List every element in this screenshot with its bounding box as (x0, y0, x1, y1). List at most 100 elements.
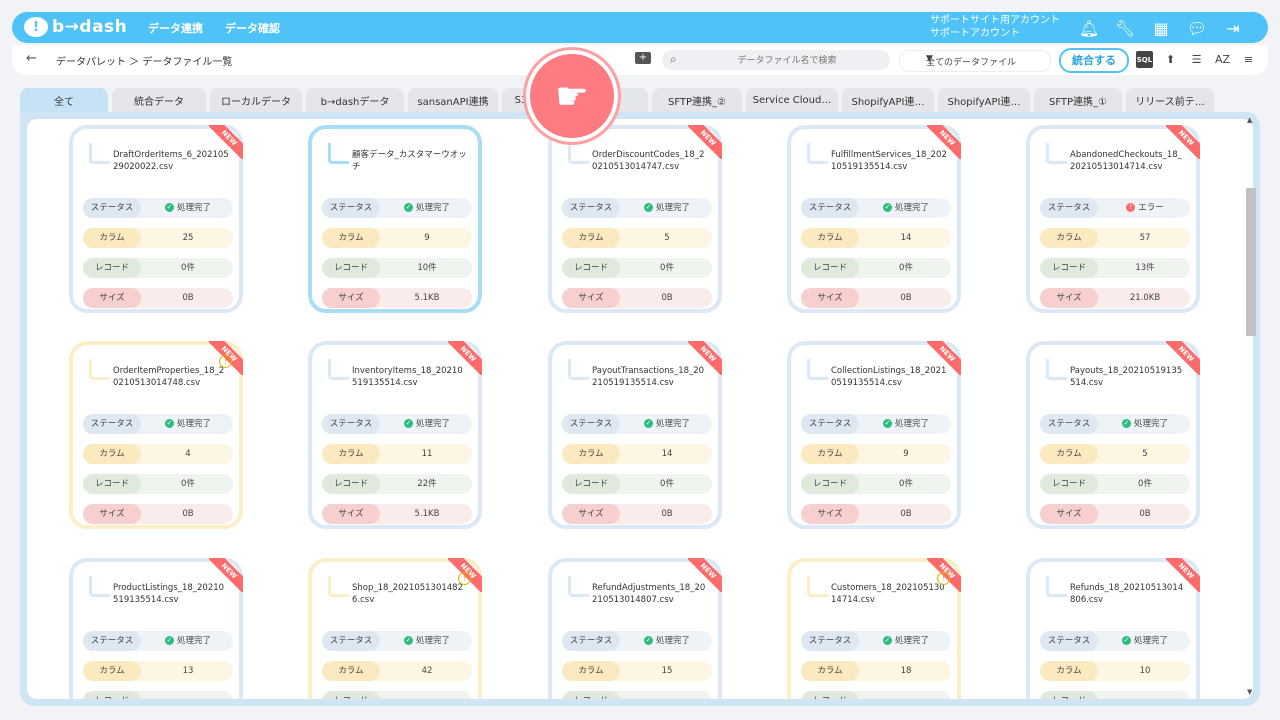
file-card[interactable]: PayoutTransactions_18_20210519135514.csv… (548, 341, 722, 529)
tab-8[interactable]: Service Cloud… (746, 88, 838, 112)
file-card[interactable]: InventoryItems_18_20210519135514.csv NEW ス… (308, 341, 482, 529)
list-view-icon[interactable]: ≡ (1240, 51, 1257, 68)
warning-icon[interactable]: ! (937, 572, 950, 585)
nav-data-integration[interactable]: データ連携 (148, 20, 203, 36)
tab-2[interactable]: ローカルデータ (210, 88, 302, 112)
file-corner-icon (568, 143, 589, 164)
file-card[interactable]: Payouts_18_20210519135514.csv NEW ステータス ✓ 処理… (1026, 341, 1200, 529)
file-card[interactable]: FulfillmentServices_18_20210519135514.cs… (787, 125, 961, 313)
search-input[interactable] (690, 52, 884, 70)
record-row: レコード 0件 (562, 474, 712, 494)
tab-12[interactable]: リリース前テ… (1126, 88, 1214, 112)
record-row: レコード 0件 (1040, 474, 1190, 494)
file-card[interactable]: Customers_18_20210513014714.csv NEW! ステータス… (787, 558, 961, 699)
column-row: カラム 14 (801, 228, 951, 248)
add-folder-icon[interactable]: + (635, 52, 651, 64)
column-label: カラム (562, 444, 620, 464)
bdash-logo[interactable]: ! b→dash (24, 17, 127, 37)
scrollbar-thumb[interactable] (1246, 188, 1256, 336)
size-row: サイズ 5.1KB (322, 288, 472, 308)
scroll-down-icon[interactable]: ▼ (1247, 688, 1252, 696)
record-label: レコード (562, 258, 620, 278)
account-info[interactable]: サポートサイト用アカウント サポートアカウント (930, 14, 1060, 40)
wrench-icon[interactable]: 🔧︎ (1114, 17, 1136, 39)
vertical-scrollbar[interactable]: ▲ ▼ (1246, 116, 1256, 696)
logout-icon[interactable]: ⇥ (1222, 17, 1244, 39)
warning-icon[interactable]: ! (458, 572, 471, 585)
tab-7[interactable]: SFTP連携_② (652, 88, 742, 112)
new-label: NEW (688, 125, 722, 159)
record-value: 0件 (899, 479, 913, 489)
file-card[interactable]: AbandonedCheckouts_18_20210513014714.csv… (1026, 125, 1200, 313)
record-value (622, 691, 712, 699)
status-text: 処理完了 (1133, 419, 1168, 429)
size-row: サイズ 0B (801, 288, 951, 308)
tab-1[interactable]: 統合データ (112, 88, 206, 112)
size-value: 0B (182, 293, 194, 303)
detail-view-icon[interactable]: ☰ (1188, 51, 1205, 68)
size-value: 0B (661, 293, 673, 303)
file-filter-select[interactable]: 全てのデータファイル ▼ (899, 50, 1051, 72)
record-label: レコード (322, 474, 380, 494)
file-corner-icon (1046, 576, 1067, 597)
file-card[interactable]: OrderDiscountCodes_18_20210513014747.csv… (548, 125, 722, 313)
record-label: レコード (801, 258, 859, 278)
column-row: カラム 57 (1040, 228, 1190, 248)
record-row: レコード 22件 (322, 474, 472, 494)
tab-3[interactable]: b→dashデータ (306, 88, 404, 112)
status-value: ✓ 処理完了 (143, 631, 233, 651)
tab-10[interactable]: ShopifyAPI連… (938, 88, 1030, 112)
bell-icon[interactable]: 🔔︎ (1078, 17, 1100, 39)
tab-4[interactable]: sansanAPI連携 (408, 88, 498, 112)
column-label: カラム (83, 444, 141, 464)
size-label: サイズ (1040, 288, 1098, 308)
file-corner-icon (328, 143, 349, 164)
size-row: サイズ 0B (562, 288, 712, 308)
tab-0[interactable]: 全て (20, 88, 108, 112)
sort-az-icon[interactable]: AZ (1214, 51, 1231, 68)
nav-data-check[interactable]: データ確認 (225, 20, 280, 36)
merge-button[interactable]: 統合する (1059, 48, 1129, 73)
file-card[interactable]: OrderItemProperties_18_20210513014748.cs… (69, 341, 243, 529)
sql-icon[interactable]: SQL (1136, 51, 1153, 68)
file-card[interactable]: DraftOrderItems_6_20210529020022.csv NEW ス… (69, 125, 243, 313)
file-card[interactable]: 顧客データ_カスタマーウオッチ ステータス ✓ 処理完了 カラム 9 レコード 10件 サイズ 5… (308, 125, 482, 313)
file-card[interactable]: Shop_18_20210513014826.csv NEW! ステータス ✓ 処理完了… (308, 558, 482, 699)
record-value: 0件 (181, 479, 195, 489)
file-card[interactable]: CollectionListings_18_20210519135514.csv… (787, 341, 961, 529)
new-ribbon: NEW (688, 341, 722, 375)
file-card[interactable]: RefundAdjustments_18_20210513014807.csv N… (548, 558, 722, 699)
file-card[interactable]: ProductListings_18_20210519135514.csv NEW… (69, 558, 243, 699)
status-text: 処理完了 (894, 419, 929, 429)
size-label: サイズ (322, 288, 380, 308)
scroll-up-icon[interactable]: ▲ (1247, 116, 1252, 124)
back-arrow-icon[interactable]: ← (26, 51, 37, 66)
file-corner-icon (328, 359, 349, 380)
file-card[interactable]: Refunds_18_20210513014806.csv NEW ステータス ✓ 処理… (1026, 558, 1200, 699)
record-label: レコード (83, 474, 141, 494)
column-label: カラム (1040, 661, 1098, 681)
status-value: ✓ 処理完了 (382, 414, 472, 434)
top-navigation-bar: ! b→dash データ連携 データ確認 サポートサイト用アカウント サポートア… (12, 12, 1268, 43)
status-text: 処理完了 (176, 419, 211, 429)
size-row: サイズ 0B (801, 504, 951, 524)
size-label: サイズ (801, 288, 859, 308)
record-value: 22件 (417, 479, 437, 489)
check-icon: ✓ (643, 203, 653, 212)
chat-icon[interactable]: 💬︎ (1186, 17, 1208, 39)
grid-icon[interactable]: ▦ (1150, 17, 1172, 39)
size-label: サイズ (1040, 504, 1098, 524)
column-value: 4 (185, 449, 191, 459)
status-text: 処理完了 (655, 419, 690, 429)
tab-9[interactable]: ShopifyAPI連… (842, 88, 934, 112)
new-ribbon: NEW (1166, 341, 1200, 375)
column-value: 11 (421, 449, 433, 459)
new-ribbon: NEW (209, 558, 243, 592)
warning-icon[interactable]: ! (219, 355, 232, 368)
chevron-down-icon: ▼ (926, 54, 933, 64)
tab-11[interactable]: SFTP連携_① (1034, 88, 1122, 112)
column-label: カラム (562, 661, 620, 681)
column-row: カラム 4 (83, 444, 233, 464)
upload-icon[interactable]: ⬆ (1162, 51, 1179, 68)
status-row: ステータス ✓ 処理完了 (801, 631, 951, 651)
